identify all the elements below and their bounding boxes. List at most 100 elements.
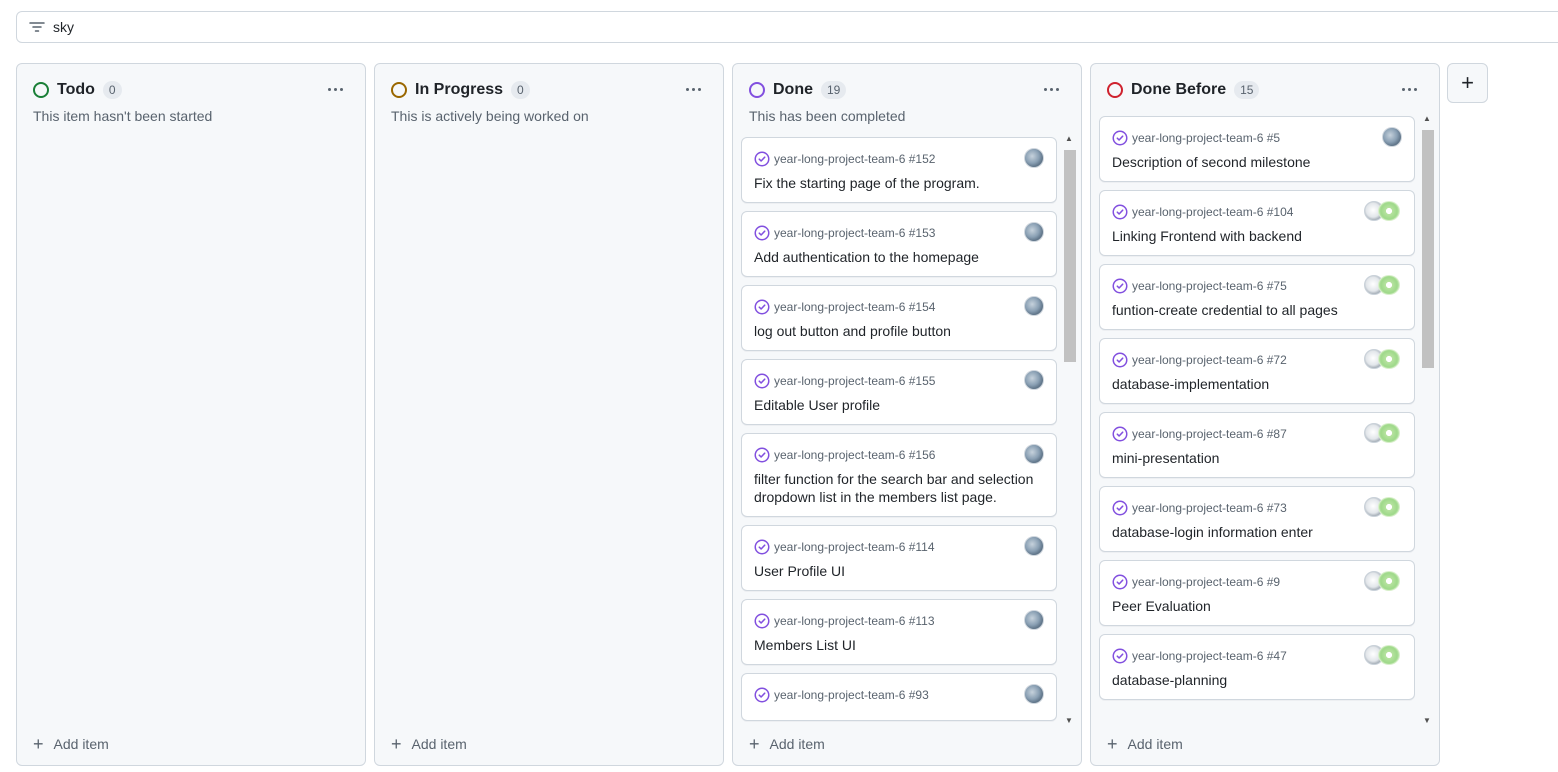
add-column-button[interactable]: + [1447, 63, 1488, 103]
card-meta: year-long-project-team-6 #152 [754, 150, 1044, 168]
avatar [1378, 497, 1400, 517]
issue-card[interactable]: year-long-project-team-6 #113 Members Lis… [741, 599, 1057, 665]
add-item-button[interactable]: + Add item [391, 734, 467, 754]
avatar[interactable] [1024, 296, 1044, 316]
avatar [1378, 571, 1400, 591]
column-description: This has been completed [749, 108, 906, 124]
assignee-avatars[interactable] [1364, 201, 1402, 221]
assignee-avatars[interactable] [1364, 275, 1402, 295]
add-item-button[interactable]: + Add item [1107, 735, 1183, 753]
avatar[interactable] [1382, 127, 1402, 147]
issue-reference-link[interactable]: year-long-project-team-6 #153 [774, 226, 935, 240]
issue-card[interactable]: year-long-project-team-6 #73 database-log… [1099, 486, 1415, 552]
issue-closed-icon [1112, 500, 1128, 516]
issue-reference-link[interactable]: year-long-project-team-6 #155 [774, 374, 935, 388]
issue-title[interactable]: database-implementation [1112, 375, 1402, 393]
issue-card[interactable]: year-long-project-team-6 #5 Description o… [1099, 116, 1415, 182]
issue-closed-icon [754, 373, 770, 389]
issue-title[interactable]: User Profile UI [754, 562, 1044, 580]
plus-icon: + [391, 734, 402, 754]
avatar[interactable] [1024, 222, 1044, 242]
issue-card[interactable]: year-long-project-team-6 #75 funtion-crea… [1099, 264, 1415, 330]
column-menu-icon[interactable] [321, 77, 349, 101]
issue-card[interactable]: year-long-project-team-6 #154 log out but… [741, 285, 1057, 351]
avatar [1378, 645, 1400, 665]
avatar[interactable] [1024, 684, 1044, 704]
issue-card[interactable]: year-long-project-team-6 #9 Peer Evaluati… [1099, 560, 1415, 626]
issue-card[interactable]: year-long-project-team-6 #152 Fix the sta… [741, 137, 1057, 203]
avatar [1378, 423, 1400, 443]
issue-closed-icon [754, 225, 770, 241]
issue-title[interactable]: Description of second milestone [1112, 153, 1402, 171]
issue-card[interactable]: year-long-project-team-6 #114 User Profil… [741, 525, 1057, 591]
add-item-button[interactable]: + Add item [33, 735, 109, 753]
avatar[interactable] [1024, 536, 1044, 556]
scroll-down-icon[interactable]: ▼ [1421, 716, 1433, 726]
column-description: This item hasn't been started [33, 108, 213, 124]
issue-card[interactable]: year-long-project-team-6 #104 Linking Fro… [1099, 190, 1415, 256]
scrollbar[interactable]: ▲ ▼ [1421, 114, 1434, 726]
issue-reference-link[interactable]: year-long-project-team-6 #75 [1132, 279, 1287, 293]
scroll-up-icon[interactable]: ▲ [1063, 134, 1075, 144]
issue-reference-link[interactable]: year-long-project-team-6 #47 [1132, 649, 1287, 663]
issue-closed-icon [1112, 426, 1128, 442]
issue-reference-link[interactable]: year-long-project-team-6 #87 [1132, 427, 1287, 441]
issue-reference-link[interactable]: year-long-project-team-6 #104 [1132, 205, 1293, 219]
issue-card[interactable]: year-long-project-team-6 #153 Add authent… [741, 211, 1057, 277]
add-item-button[interactable]: + Add item [749, 735, 825, 753]
issue-closed-icon [754, 447, 770, 463]
issue-title[interactable]: Editable User profile [754, 396, 1044, 414]
column-menu-icon[interactable] [1395, 77, 1423, 101]
assignee-avatars[interactable] [1364, 423, 1402, 443]
column-menu-icon[interactable] [679, 77, 707, 101]
issue-closed-icon [1112, 204, 1128, 220]
filter-input[interactable] [53, 13, 653, 41]
issue-card[interactable]: year-long-project-team-6 #47 database-pla… [1099, 634, 1415, 700]
issue-reference-link[interactable]: year-long-project-team-6 #113 [774, 614, 935, 628]
issue-title[interactable]: Fix the starting page of the program. [754, 174, 1044, 192]
issue-title[interactable]: Linking Frontend with backend [1112, 227, 1402, 245]
avatar[interactable] [1024, 148, 1044, 168]
issue-title[interactable]: Members List UI [754, 636, 1044, 654]
avatar[interactable] [1024, 610, 1044, 630]
issue-card[interactable]: year-long-project-team-6 #93 [741, 673, 1057, 721]
issue-card[interactable]: year-long-project-team-6 #156 filter func… [741, 433, 1057, 517]
scrollbar[interactable]: ▲ ▼ [1063, 134, 1076, 726]
column-count: 0 [511, 81, 530, 99]
card-list: year-long-project-team-6 #5 Description o… [1099, 116, 1415, 727]
avatar[interactable] [1024, 370, 1044, 390]
issue-reference-link[interactable]: year-long-project-team-6 #114 [774, 540, 935, 554]
assignee-avatars[interactable] [1364, 645, 1402, 665]
issue-reference-link[interactable]: year-long-project-team-6 #93 [774, 688, 929, 702]
issue-card[interactable]: year-long-project-team-6 #72 database-imp… [1099, 338, 1415, 404]
issue-reference-link[interactable]: year-long-project-team-6 #5 [1132, 131, 1280, 145]
assignee-avatars[interactable] [1364, 571, 1402, 591]
issue-title[interactable]: filter function for the search bar and s… [754, 470, 1044, 506]
issue-title[interactable]: Peer Evaluation [1112, 597, 1402, 615]
issue-closed-icon [1112, 648, 1128, 664]
assignee-avatars[interactable] [1364, 497, 1402, 517]
scroll-up-icon[interactable]: ▲ [1421, 114, 1433, 124]
issue-title[interactable]: mini-presentation [1112, 449, 1402, 467]
filter-bar[interactable] [16, 11, 1558, 43]
column-menu-icon[interactable] [1037, 77, 1065, 101]
issue-title[interactable]: database-login information enter [1112, 523, 1402, 541]
issue-title[interactable]: Add authentication to the homepage [754, 248, 1044, 266]
column-count: 0 [102, 81, 122, 99]
avatar[interactable] [1024, 444, 1044, 464]
issue-reference-link[interactable]: year-long-project-team-6 #73 [1132, 501, 1287, 515]
assignee-avatars[interactable] [1364, 349, 1402, 369]
issue-title[interactable]: funtion-create credential to all pages [1112, 301, 1402, 319]
issue-card[interactable]: year-long-project-team-6 #155 Editable Us… [741, 359, 1057, 425]
issue-reference-link[interactable]: year-long-project-team-6 #156 [774, 448, 935, 462]
issue-card[interactable]: year-long-project-team-6 #87 mini-present… [1099, 412, 1415, 478]
card-meta: year-long-project-team-6 #93 [754, 686, 1044, 704]
issue-title[interactable]: database-planning [1112, 671, 1402, 689]
scroll-down-icon[interactable]: ▼ [1063, 716, 1075, 726]
issue-title[interactable]: log out button and profile button [754, 322, 1044, 340]
issue-reference-link[interactable]: year-long-project-team-6 #152 [774, 152, 935, 166]
issue-closed-icon [754, 151, 770, 167]
issue-reference-link[interactable]: year-long-project-team-6 #72 [1132, 353, 1287, 367]
issue-reference-link[interactable]: year-long-project-team-6 #9 [1132, 575, 1280, 589]
issue-reference-link[interactable]: year-long-project-team-6 #154 [774, 300, 935, 314]
